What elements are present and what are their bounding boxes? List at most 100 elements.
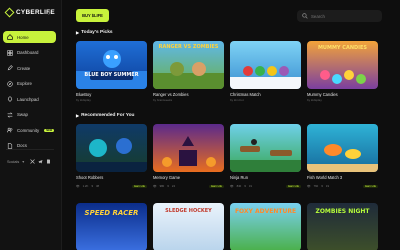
section-title-todays-picks: ▶ Today's Picks xyxy=(76,30,113,35)
game-card[interactable]: RANGER VS ZOMBIES Ranger vs Zombies by b… xyxy=(153,41,224,102)
game-card[interactable]: Christmas Match by kim.bot xyxy=(230,41,301,102)
plays-count: 840 xyxy=(236,184,242,188)
likes-count: 31 xyxy=(248,184,253,188)
game-stats: 👁 760 ♥ 19 Earn Life xyxy=(307,184,378,188)
section-title-recommended: ▶ Recommended For You xyxy=(76,113,134,118)
game-card[interactable]: Shoot Robbers 👁 1.2K ♥ 38 Earn Life xyxy=(76,124,147,188)
game-card[interactable]: Memory Game 👁 980 ♥ 24 Earn Life xyxy=(153,124,224,188)
earn-life-badge[interactable]: Earn Life xyxy=(363,184,378,188)
game-card[interactable]: MUMMY CANDIES Mummy Candies by kidsplay xyxy=(307,41,378,102)
earn-life-badge[interactable]: Earn Life xyxy=(286,184,301,188)
sidebar-item-label: Create xyxy=(17,65,31,71)
thumbnail-title: SLEDGE HOCKEY xyxy=(165,208,212,214)
document-icon[interactable] xyxy=(46,159,51,164)
likes-icon: ♥ xyxy=(321,184,323,188)
earn-life-badge[interactable]: Earn Life xyxy=(209,184,224,188)
sidebar-item-home[interactable]: Home xyxy=(3,31,56,43)
game-thumbnail[interactable]: MUMMY CANDIES xyxy=(307,41,378,89)
game-title[interactable]: Shoot Robbers xyxy=(76,175,147,180)
create-icon xyxy=(7,65,13,71)
game-thumbnail[interactable] xyxy=(76,124,147,172)
todays-picks-grid: BLUE BOY SUMMER BlueBoy by kidsplay RANG… xyxy=(76,41,381,102)
sidebar-item-explore[interactable]: Explore xyxy=(3,78,56,90)
game-thumbnail[interactable]: SPEED RACER xyxy=(76,203,147,250)
plays-count: 1.2K xyxy=(82,184,89,188)
sidebar-item-label: Community xyxy=(17,127,40,133)
x-social-icon[interactable] xyxy=(30,159,36,164)
game-author: by kim.bot xyxy=(230,98,244,102)
game-thumbnail[interactable]: BLUE BOY SUMMER xyxy=(76,41,147,89)
game-thumbnail[interactable]: FOXY ADVENTURE xyxy=(230,203,301,250)
game-stats: 👁 840 ♥ 31 Earn Life xyxy=(230,184,301,188)
section-marker-icon: ▶ xyxy=(76,30,80,35)
thumbnail-title: MUMMY CANDIES xyxy=(317,45,368,51)
thumbnail-title: FOXY ADVENTURE xyxy=(234,208,297,215)
section-marker-icon: ▶ xyxy=(76,113,80,118)
game-title[interactable]: Ninja Run xyxy=(230,175,301,180)
search-bar[interactable] xyxy=(297,10,382,22)
plays-icon: 👁 xyxy=(307,184,311,188)
collapse-sidebar-icon[interactable]: › xyxy=(48,8,51,17)
game-card[interactable]: Ninja Run 👁 840 ♥ 31 Earn Life xyxy=(230,124,301,188)
sidebar-divider xyxy=(6,149,54,150)
game-title[interactable]: Christmas Match xyxy=(230,92,301,97)
sidebar-item-label: Swap xyxy=(17,112,28,117)
home-icon xyxy=(7,34,13,40)
game-card[interactable]: SLEDGE HOCKEY xyxy=(153,203,224,250)
sidebar-item-label: Home xyxy=(17,34,29,40)
docs-icon xyxy=(7,142,13,149)
game-title[interactable]: Fish World Match 3 xyxy=(307,175,378,180)
thumbnail-title: BLUE BOY SUMMER xyxy=(84,72,139,78)
likes-count: 19 xyxy=(325,184,330,188)
chevron-down-icon[interactable]: ▾ xyxy=(22,159,24,164)
game-thumbnail[interactable]: ZOMBIES NIGHT xyxy=(307,203,378,250)
game-thumbnail[interactable] xyxy=(307,124,378,172)
game-author: by kidsplay xyxy=(76,98,91,102)
game-card[interactable]: FOXY ADVENTURE xyxy=(230,203,301,250)
community-icon xyxy=(7,127,13,133)
ninja-run-art xyxy=(230,139,301,172)
launchpad-icon xyxy=(7,96,13,102)
game-title[interactable]: Ranger vs Zombies xyxy=(153,92,224,97)
game-title[interactable]: Mummy Candies xyxy=(307,92,378,97)
game-card[interactable]: BLUE BOY SUMMER BlueBoy by kidsplay xyxy=(76,41,147,102)
section-title-text: Recommended For You xyxy=(81,113,135,118)
christmas-match-art xyxy=(230,66,301,89)
sidebar-nav: Home Dashboard Create Explore Launchpad … xyxy=(3,31,56,155)
game-author: by brainweeks xyxy=(153,98,173,102)
game-title[interactable]: BlueBoy xyxy=(76,92,147,97)
likes-icon: ♥ xyxy=(91,184,93,188)
sidebar-item-community[interactable]: Community NEW xyxy=(3,124,56,136)
earn-life-badge[interactable]: Earn Life xyxy=(132,184,147,188)
likes-count: 38 xyxy=(96,184,100,188)
game-title[interactable]: Memory Game xyxy=(153,175,224,180)
plays-icon: 👁 xyxy=(230,184,234,188)
swap-icon xyxy=(7,111,13,118)
plays-icon: 👁 xyxy=(153,184,157,188)
search-input[interactable] xyxy=(311,13,377,19)
dashboard-icon xyxy=(7,49,13,56)
telegram-icon[interactable] xyxy=(38,159,43,164)
sidebar-item-swap[interactable]: Swap xyxy=(3,109,56,121)
more-games-grid: SPEED RACER SLEDGE HOCKEY FOXY ADVENTURE… xyxy=(76,203,381,250)
sidebar-item-launchpad[interactable]: Launchpad xyxy=(3,93,56,105)
game-card[interactable]: ZOMBIES NIGHT xyxy=(307,203,378,250)
game-thumbnail[interactable]: SLEDGE HOCKEY xyxy=(153,203,224,250)
thumbnail-title: RANGER VS ZOMBIES xyxy=(158,44,219,50)
buy-life-button[interactable]: BUY $LIFE xyxy=(76,9,109,22)
sidebar-item-create[interactable]: Create xyxy=(3,62,56,74)
sidebar-item-label: Explore xyxy=(17,81,32,86)
blueboy-art xyxy=(76,50,147,89)
thumbnail-title: SPEED RACER xyxy=(84,209,139,217)
socials-label: Socials xyxy=(7,159,20,164)
game-card[interactable]: Fish World Match 3 👁 760 ♥ 19 Earn Life xyxy=(307,124,378,188)
sidebar-item-dashboard[interactable]: Dashboard xyxy=(3,47,56,59)
sidebar-item-label: Dashboard xyxy=(17,50,39,55)
game-stats: 👁 1.2K ♥ 38 Earn Life xyxy=(76,184,147,188)
game-thumbnail[interactable] xyxy=(230,124,301,172)
game-thumbnail[interactable] xyxy=(153,124,224,172)
game-thumbnail[interactable]: RANGER VS ZOMBIES xyxy=(153,41,224,89)
thumbnail-title: ZOMBIES NIGHT xyxy=(315,208,370,215)
game-card[interactable]: SPEED RACER xyxy=(76,203,147,250)
game-thumbnail[interactable] xyxy=(230,41,301,89)
